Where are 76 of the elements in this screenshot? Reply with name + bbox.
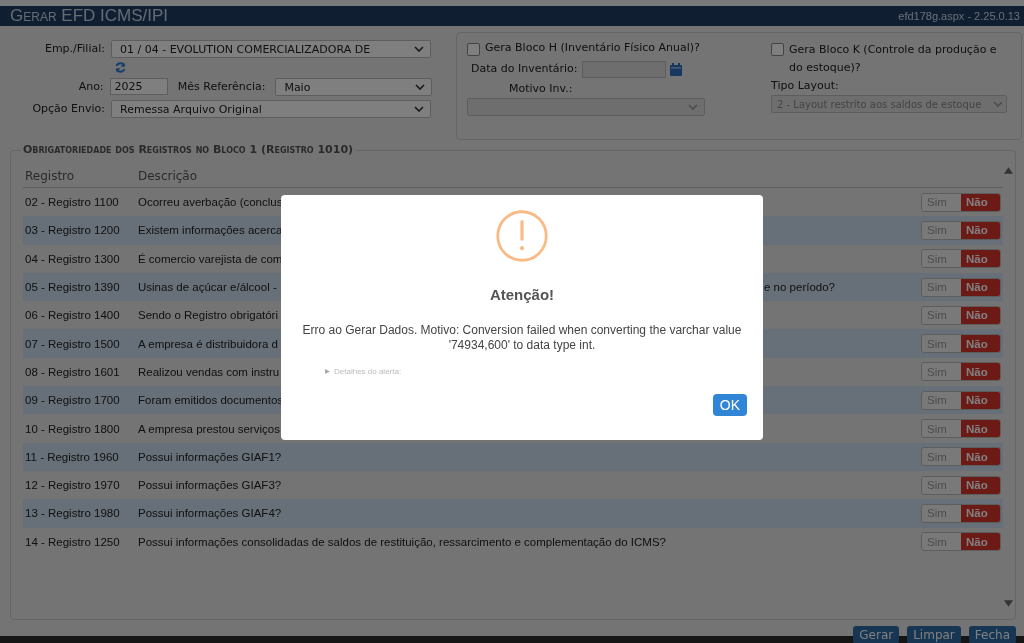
table-cell-text: 12 - Registro 1970 (24, 479, 121, 492)
field-label: Data do Inventário: (471, 61, 578, 77)
chevron-down-icon (414, 106, 424, 112)
table-cell: Usinas de açúcar e/álcool - (138, 281, 277, 294)
month-select[interactable]: Maio (275, 78, 432, 96)
table-cell: Possui informações GIAF1? (138, 450, 282, 463)
toggle-option[interactable]: Não (961, 391, 1000, 409)
checkbox-label: Gera Bloco H (Inventário Físico Anual)? (485, 41, 700, 54)
toggle-option[interactable]: Não (961, 533, 1000, 551)
chevron-down-icon (414, 46, 424, 52)
toggle-option[interactable]: Não (961, 476, 1000, 494)
year-field[interactable]: 2025 (109, 78, 168, 95)
table-cell-text: 07 - Registro 1500 (24, 337, 121, 350)
toggle-option[interactable]: Não (961, 335, 1000, 353)
send-option-select[interactable]: Remessa Arquivo Original (111, 100, 431, 118)
dialog-message: Erro ao Gerar Dados. Motivo: Conversion failed when converting the varchar value '74934,600' to data type int. (302, 323, 742, 353)
warning-icon (494, 208, 550, 264)
table-cell-text: 03 - Registro 1200 (24, 224, 121, 237)
chevron-down-icon (415, 84, 425, 90)
table-cell-text: 14 - Registro 1250 (24, 535, 121, 548)
table-cell: Possui informações GIAF4? (138, 507, 282, 520)
field-label: Mês Referência: (177, 79, 266, 95)
action-button[interactable]: Limpar (907, 626, 961, 643)
calendar-icon[interactable] (669, 62, 682, 76)
table-cell-text: 11 - Registro 1960 (24, 450, 120, 463)
expand-icon[interactable] (325, 369, 330, 374)
table-cell: A empresa é distribuidora d (138, 337, 278, 350)
page-info: efd178g.aspx - 2.25.0.13 (898, 10, 1020, 22)
table-cell-text: 02 - Registro 1100 (24, 196, 120, 209)
column-header: Descrição (137, 169, 199, 183)
field-label: Opção Envio: (31, 101, 105, 117)
toggle-option[interactable]: Não (961, 278, 1000, 296)
action-button[interactable]: Fecha (968, 626, 1016, 643)
table-cell-text: 13 - Registro 1980 (24, 507, 121, 520)
table-cell: e no período? (764, 281, 835, 294)
table-cell: A empresa prestou serviços (138, 422, 280, 435)
table-cell-text: 06 - Registro 1400 (24, 309, 121, 322)
toggle-option[interactable]: Não (961, 448, 1000, 466)
field-label: Tipo Layout: (771, 78, 840, 94)
refresh-icon[interactable] (114, 61, 127, 74)
chevron-down-icon (993, 101, 1003, 107)
toggle-option[interactable]: Não (961, 193, 1000, 211)
table-cell: Ocorreu averbação (conclus (138, 196, 283, 209)
toggle-option[interactable]: Não (961, 306, 1000, 324)
toggle-option[interactable]: Não (961, 504, 1000, 522)
toggle-option[interactable]: Não (961, 420, 1000, 437)
table-cell: Possui informações GIAF3? (138, 479, 282, 492)
dialog-title: Atenção! (489, 286, 555, 303)
checkbox[interactable] (771, 43, 784, 56)
section-legend: Obrigatoriedade dos Registros no Bloco 1 (Registro 1010) (21, 143, 356, 156)
table-cell-text: 04 - Registro 1300 (24, 252, 121, 265)
checkbox-label: Gera Bloco K (Controle da produção e do estoque)? (789, 42, 998, 76)
scroll-down-icon[interactable] (1004, 600, 1013, 607)
table-cell: Foram emitidos documentos (138, 394, 284, 407)
toggle-option[interactable]: Não (961, 363, 1000, 381)
field-label: Emp./Filial: (43, 41, 105, 57)
action-button[interactable]: Gerar (853, 626, 900, 643)
window-title: Gerar EFD ICMS/IPI (10, 6, 169, 26)
scroll-up-icon[interactable] (1004, 167, 1013, 174)
table-cell-text: 09 - Registro 1700 (24, 394, 121, 407)
checkbox[interactable] (467, 43, 480, 56)
field-label: Motivo Inv.: (508, 81, 574, 97)
toggle-option[interactable]: Não (961, 221, 1000, 239)
table-cell: Existem informações acerca (138, 224, 283, 237)
table-cell: Realizou vendas com instru (138, 365, 280, 378)
chevron-down-icon (688, 104, 698, 110)
table-cell-text: 08 - Registro 1601 (24, 365, 121, 378)
company-select[interactable]: 01 / 04 - EVOLUTION COMERCIALIZADORA DE (111, 40, 431, 58)
table-cell: Sendo o Registro obrigatóri (138, 309, 278, 322)
table-cell-text: 10 - Registro 1800 (24, 422, 121, 435)
table-cell: Possui informações consolidadas de saldos de restituição, ressarcimento e complementação do ICMS? (138, 535, 666, 548)
ok-button[interactable]: OK (712, 394, 747, 416)
table-cell-text: 05 - Registro 1390 (24, 281, 121, 294)
field-label: Ano: (77, 79, 104, 95)
column-header: Registro (24, 169, 76, 183)
toggle-option[interactable]: Não (961, 250, 1000, 268)
